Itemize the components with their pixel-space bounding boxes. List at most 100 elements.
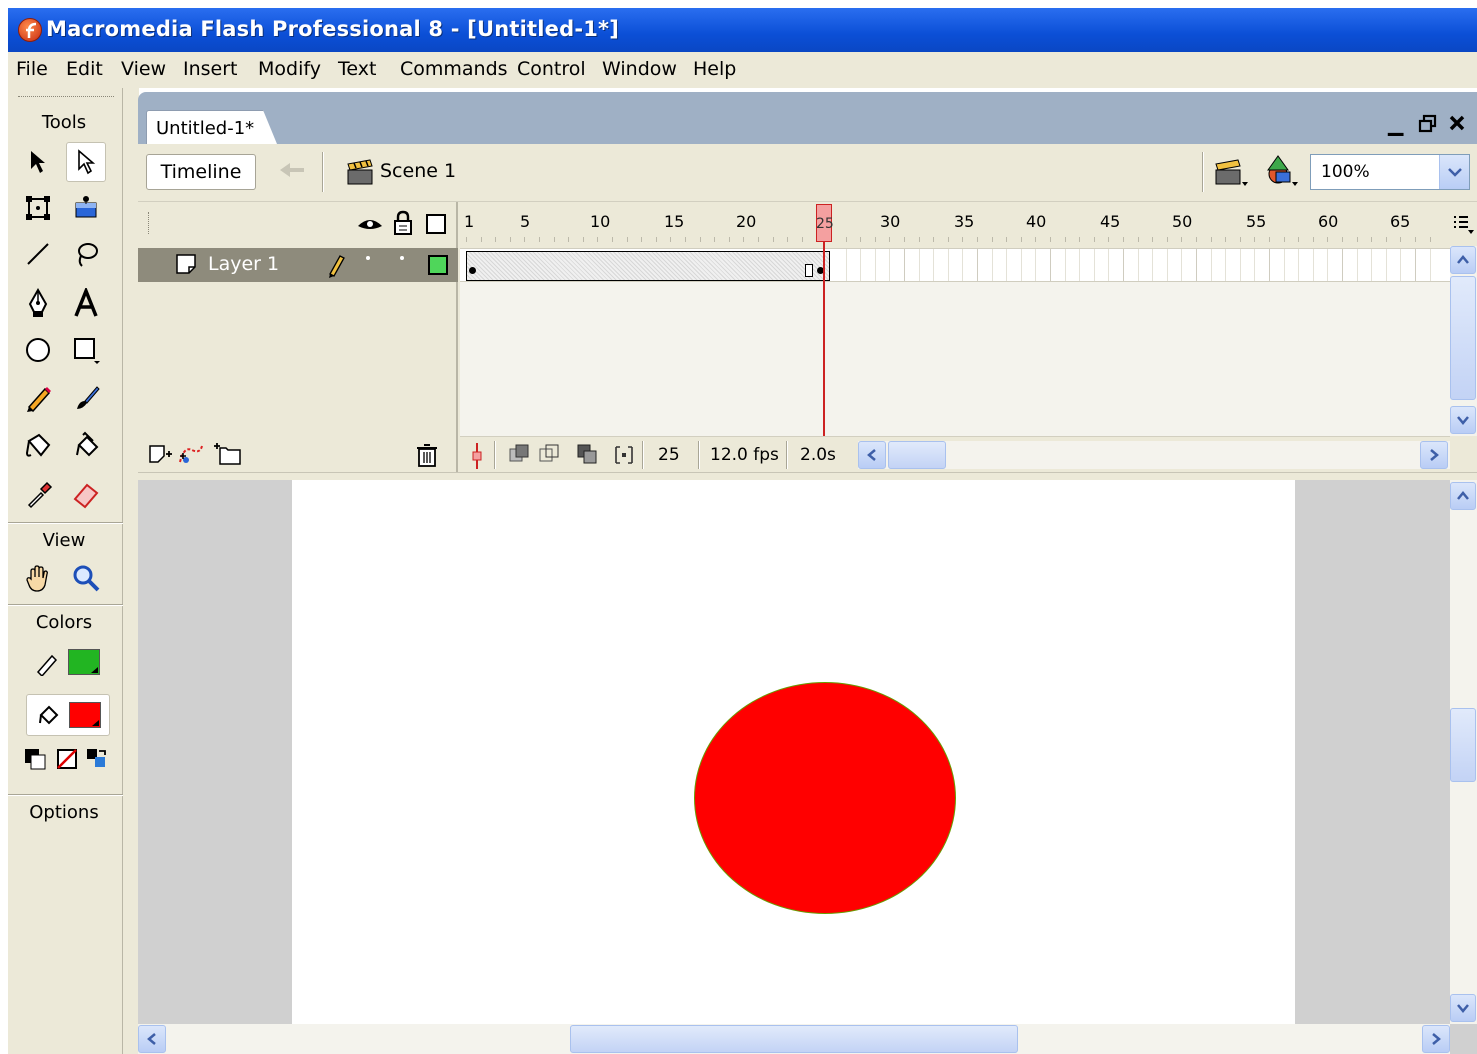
layer-outline-color[interactable]	[428, 255, 448, 275]
stroke-color-swatch[interactable]	[68, 649, 100, 675]
onion-skin-outlines-icon[interactable]	[538, 443, 562, 467]
menu-edit[interactable]: Edit	[66, 58, 103, 80]
scroll-left-button[interactable]	[138, 1025, 166, 1053]
edit-scene-icon[interactable]	[1214, 156, 1252, 188]
line-tool[interactable]	[18, 234, 58, 274]
menu-file[interactable]: File	[16, 58, 48, 80]
edit-symbols-icon[interactable]	[1262, 154, 1302, 188]
frame-span[interactable]	[466, 251, 830, 281]
lock-icon[interactable]	[392, 210, 414, 236]
eyedropper-tool[interactable]	[18, 474, 58, 514]
free-transform-tool[interactable]	[18, 188, 58, 228]
scroll-thumb[interactable]	[888, 441, 946, 469]
minimize-button[interactable]: ▁	[1388, 112, 1403, 136]
fill-color-swatch[interactable]	[69, 702, 101, 728]
insert-layer-icon[interactable]	[146, 442, 174, 466]
paint-bucket-tool[interactable]	[66, 426, 106, 466]
stage-vertical-scrollbar[interactable]	[1450, 480, 1477, 1024]
scroll-down-button[interactable]	[1450, 406, 1476, 434]
insert-folder-icon[interactable]	[212, 440, 244, 466]
black-white-button[interactable]	[20, 744, 50, 774]
timeline-toggle-button[interactable]: Timeline	[146, 154, 256, 190]
end-frame-marker[interactable]	[805, 264, 813, 277]
pasteboard[interactable]	[138, 480, 1477, 1054]
subselection-tool[interactable]	[66, 142, 106, 182]
ink-bottle-tool[interactable]	[18, 426, 58, 466]
restore-icon[interactable]	[1418, 114, 1438, 134]
oval-tool[interactable]	[18, 330, 58, 370]
gradient-transform-tool[interactable]	[66, 188, 106, 228]
menu-help[interactable]: Help	[693, 58, 736, 80]
stroke-color-row[interactable]	[26, 642, 110, 684]
timeline-options-icon[interactable]	[1452, 212, 1476, 236]
hand-tool[interactable]	[18, 558, 58, 598]
title-bar: Macromedia Flash Professional 8 - [Untit…	[8, 8, 1477, 52]
red-circle-shape[interactable]	[694, 682, 956, 914]
menu-insert[interactable]: Insert	[183, 58, 238, 80]
start-keyframe[interactable]	[469, 267, 476, 274]
scroll-left-button[interactable]	[858, 441, 886, 469]
brush-tool[interactable]	[66, 378, 106, 418]
ruler-tick-mark	[874, 237, 876, 242]
empty-frames-area[interactable]	[460, 282, 1450, 436]
visibility-dot[interactable]	[366, 256, 370, 260]
ruler-tick-mark	[1298, 237, 1300, 242]
document-tab[interactable]: Untitled-1*	[146, 110, 264, 144]
lasso-tool[interactable]	[66, 234, 106, 274]
trash-icon[interactable]	[414, 442, 440, 468]
playhead[interactable]: 25	[816, 204, 834, 242]
menu-control[interactable]: Control	[517, 58, 586, 80]
scroll-up-button[interactable]	[1450, 246, 1476, 274]
frame-ruler[interactable]: 1 5 10 15 20 30 35 40 45 50 55 60 65	[460, 202, 1450, 246]
rectangle-icon	[74, 338, 100, 364]
scroll-right-button[interactable]	[1420, 441, 1448, 469]
menu-text[interactable]: Text	[338, 58, 376, 80]
frame-rate-readout[interactable]: 12.0 fps	[710, 445, 779, 465]
menu-modify[interactable]: Modify	[258, 58, 321, 80]
eraser-tool[interactable]	[66, 474, 106, 514]
layer-row[interactable]: Layer 1	[138, 248, 458, 282]
outline-toggle-icon[interactable]	[426, 214, 446, 234]
scroll-thumb[interactable]	[1450, 276, 1476, 400]
timeline-vertical-scrollbar[interactable]	[1450, 246, 1477, 436]
panel-grip[interactable]	[18, 96, 114, 99]
swap-colors-button[interactable]	[82, 744, 112, 774]
timeline-horizontal-scrollbar[interactable]	[858, 441, 1450, 469]
scroll-thumb[interactable]	[570, 1025, 1018, 1053]
eye-icon[interactable]	[356, 214, 384, 234]
stage-divider[interactable]	[138, 472, 1477, 480]
zoom-tool[interactable]	[66, 558, 106, 598]
center-frame-icon[interactable]	[470, 443, 484, 469]
pen-tool[interactable]	[18, 284, 58, 324]
menu-view[interactable]: View	[121, 58, 166, 80]
chevron-down-icon[interactable]	[1439, 155, 1469, 189]
ruler-tick-mark	[758, 237, 759, 242]
scroll-right-button[interactable]	[1422, 1025, 1450, 1053]
modify-onion-markers-icon[interactable]	[612, 443, 636, 467]
lock-dot[interactable]	[400, 256, 404, 260]
zoom-dropdown[interactable]: 100%	[1310, 154, 1470, 190]
stage-horizontal-scrollbar[interactable]	[138, 1024, 1450, 1054]
fill-color-row[interactable]	[26, 694, 110, 736]
onion-skin-icon[interactable]	[508, 443, 532, 467]
scroll-thumb[interactable]	[1450, 708, 1476, 782]
menu-commands[interactable]: Commands	[400, 58, 508, 80]
selection-tool[interactable]	[18, 142, 58, 182]
ruler-tick-mark	[480, 237, 482, 242]
edit-multiple-frames-icon[interactable]	[576, 443, 600, 467]
timeline-status-bar: 25 12.0 fps 2.0s	[460, 436, 1450, 472]
menu-window[interactable]: Window	[602, 58, 677, 80]
scroll-down-button[interactable]	[1450, 994, 1476, 1022]
hand-icon	[26, 565, 48, 592]
text-tool[interactable]	[66, 284, 106, 324]
scroll-up-button[interactable]	[1450, 482, 1476, 510]
add-motion-guide-icon[interactable]	[176, 442, 206, 466]
panel-grip[interactable]	[148, 212, 151, 234]
layer-frames[interactable]	[460, 248, 1450, 282]
stage[interactable]	[292, 480, 1295, 1024]
pencil-tool[interactable]	[18, 378, 58, 418]
back-arrow-icon[interactable]	[278, 160, 306, 180]
rectangle-tool[interactable]	[66, 330, 106, 370]
no-color-button[interactable]	[52, 744, 82, 774]
close-icon[interactable]	[1448, 114, 1466, 132]
